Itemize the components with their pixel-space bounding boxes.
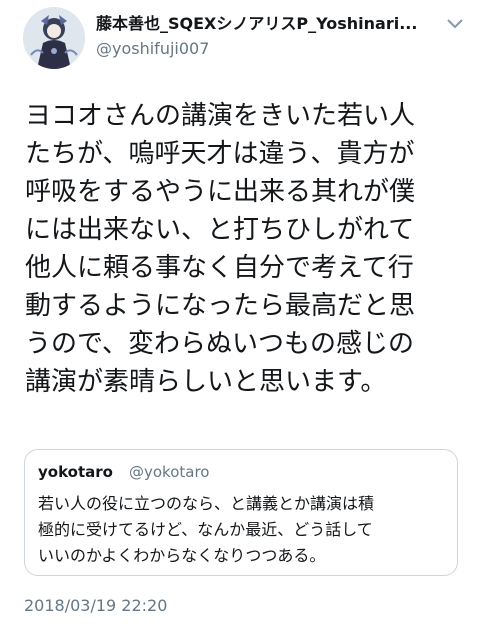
quoted-author-display-name: yokotaro — [38, 463, 113, 481]
tweet-text-line: 他人に頼る事なく自分で考えて行 — [25, 253, 414, 283]
author-handle[interactable]: @yoshifuji007 — [96, 39, 209, 59]
author-display-name[interactable]: 藤本善也_SQEXシノアリスP_Yoshinari... — [96, 14, 436, 34]
tweet-header: 藤本善也_SQEXシノアリスP_Yoshinari... @yoshifuji0… — [0, 0, 480, 82]
tweet-text-line: ヨコオさんの講演をきいた若い人 — [25, 101, 416, 131]
quoted-text-line: 若い人の役に立つのなら、と講義とか講演は積 — [38, 494, 375, 513]
tweet-text-line: 呼吸をするやうに出来る其れが僕 — [25, 177, 416, 207]
tweet-text-line: うので、変わらぬいつもの感じの — [25, 329, 414, 359]
avatar[interactable] — [23, 7, 85, 69]
tweet-text-line: 講演が素晴らしいと思います。 — [25, 367, 387, 397]
quoted-tweet-text: 若い人の役に立つのなら、と講義とか講演は積 極的に受けてるけど、なんか最近、どう… — [38, 491, 448, 569]
quoted-tweet-card[interactable]: yokotaro @yokotaro 若い人の役に立つのなら、と講義とか講演は積… — [24, 449, 458, 576]
tweet-text: ヨコオさんの講演をきいた若い人 たちが、嗚呼天才は違う、貴方が 呼吸をするやうに… — [25, 97, 470, 401]
avatar-illustration — [23, 7, 85, 69]
tweet-text-line: には出来ない、と打ちひしがれて — [25, 215, 415, 245]
chevron-down-icon[interactable] — [445, 16, 465, 32]
quoted-author-handle: @yokotaro — [129, 463, 210, 481]
tweet-text-line: 動するようになったら最高だと思 — [25, 291, 416, 321]
tweet-text-line: たちが、嗚呼天才は違う、貴方が — [25, 139, 415, 169]
quoted-text-line: いいのかよくわからなくなりつつある。 — [38, 546, 326, 565]
tweet-timestamp[interactable]: 2018/03/19 22:20 — [24, 596, 167, 615]
quoted-text-line: 極的に受けてるけど、なんか最近、どう話して — [38, 520, 373, 539]
